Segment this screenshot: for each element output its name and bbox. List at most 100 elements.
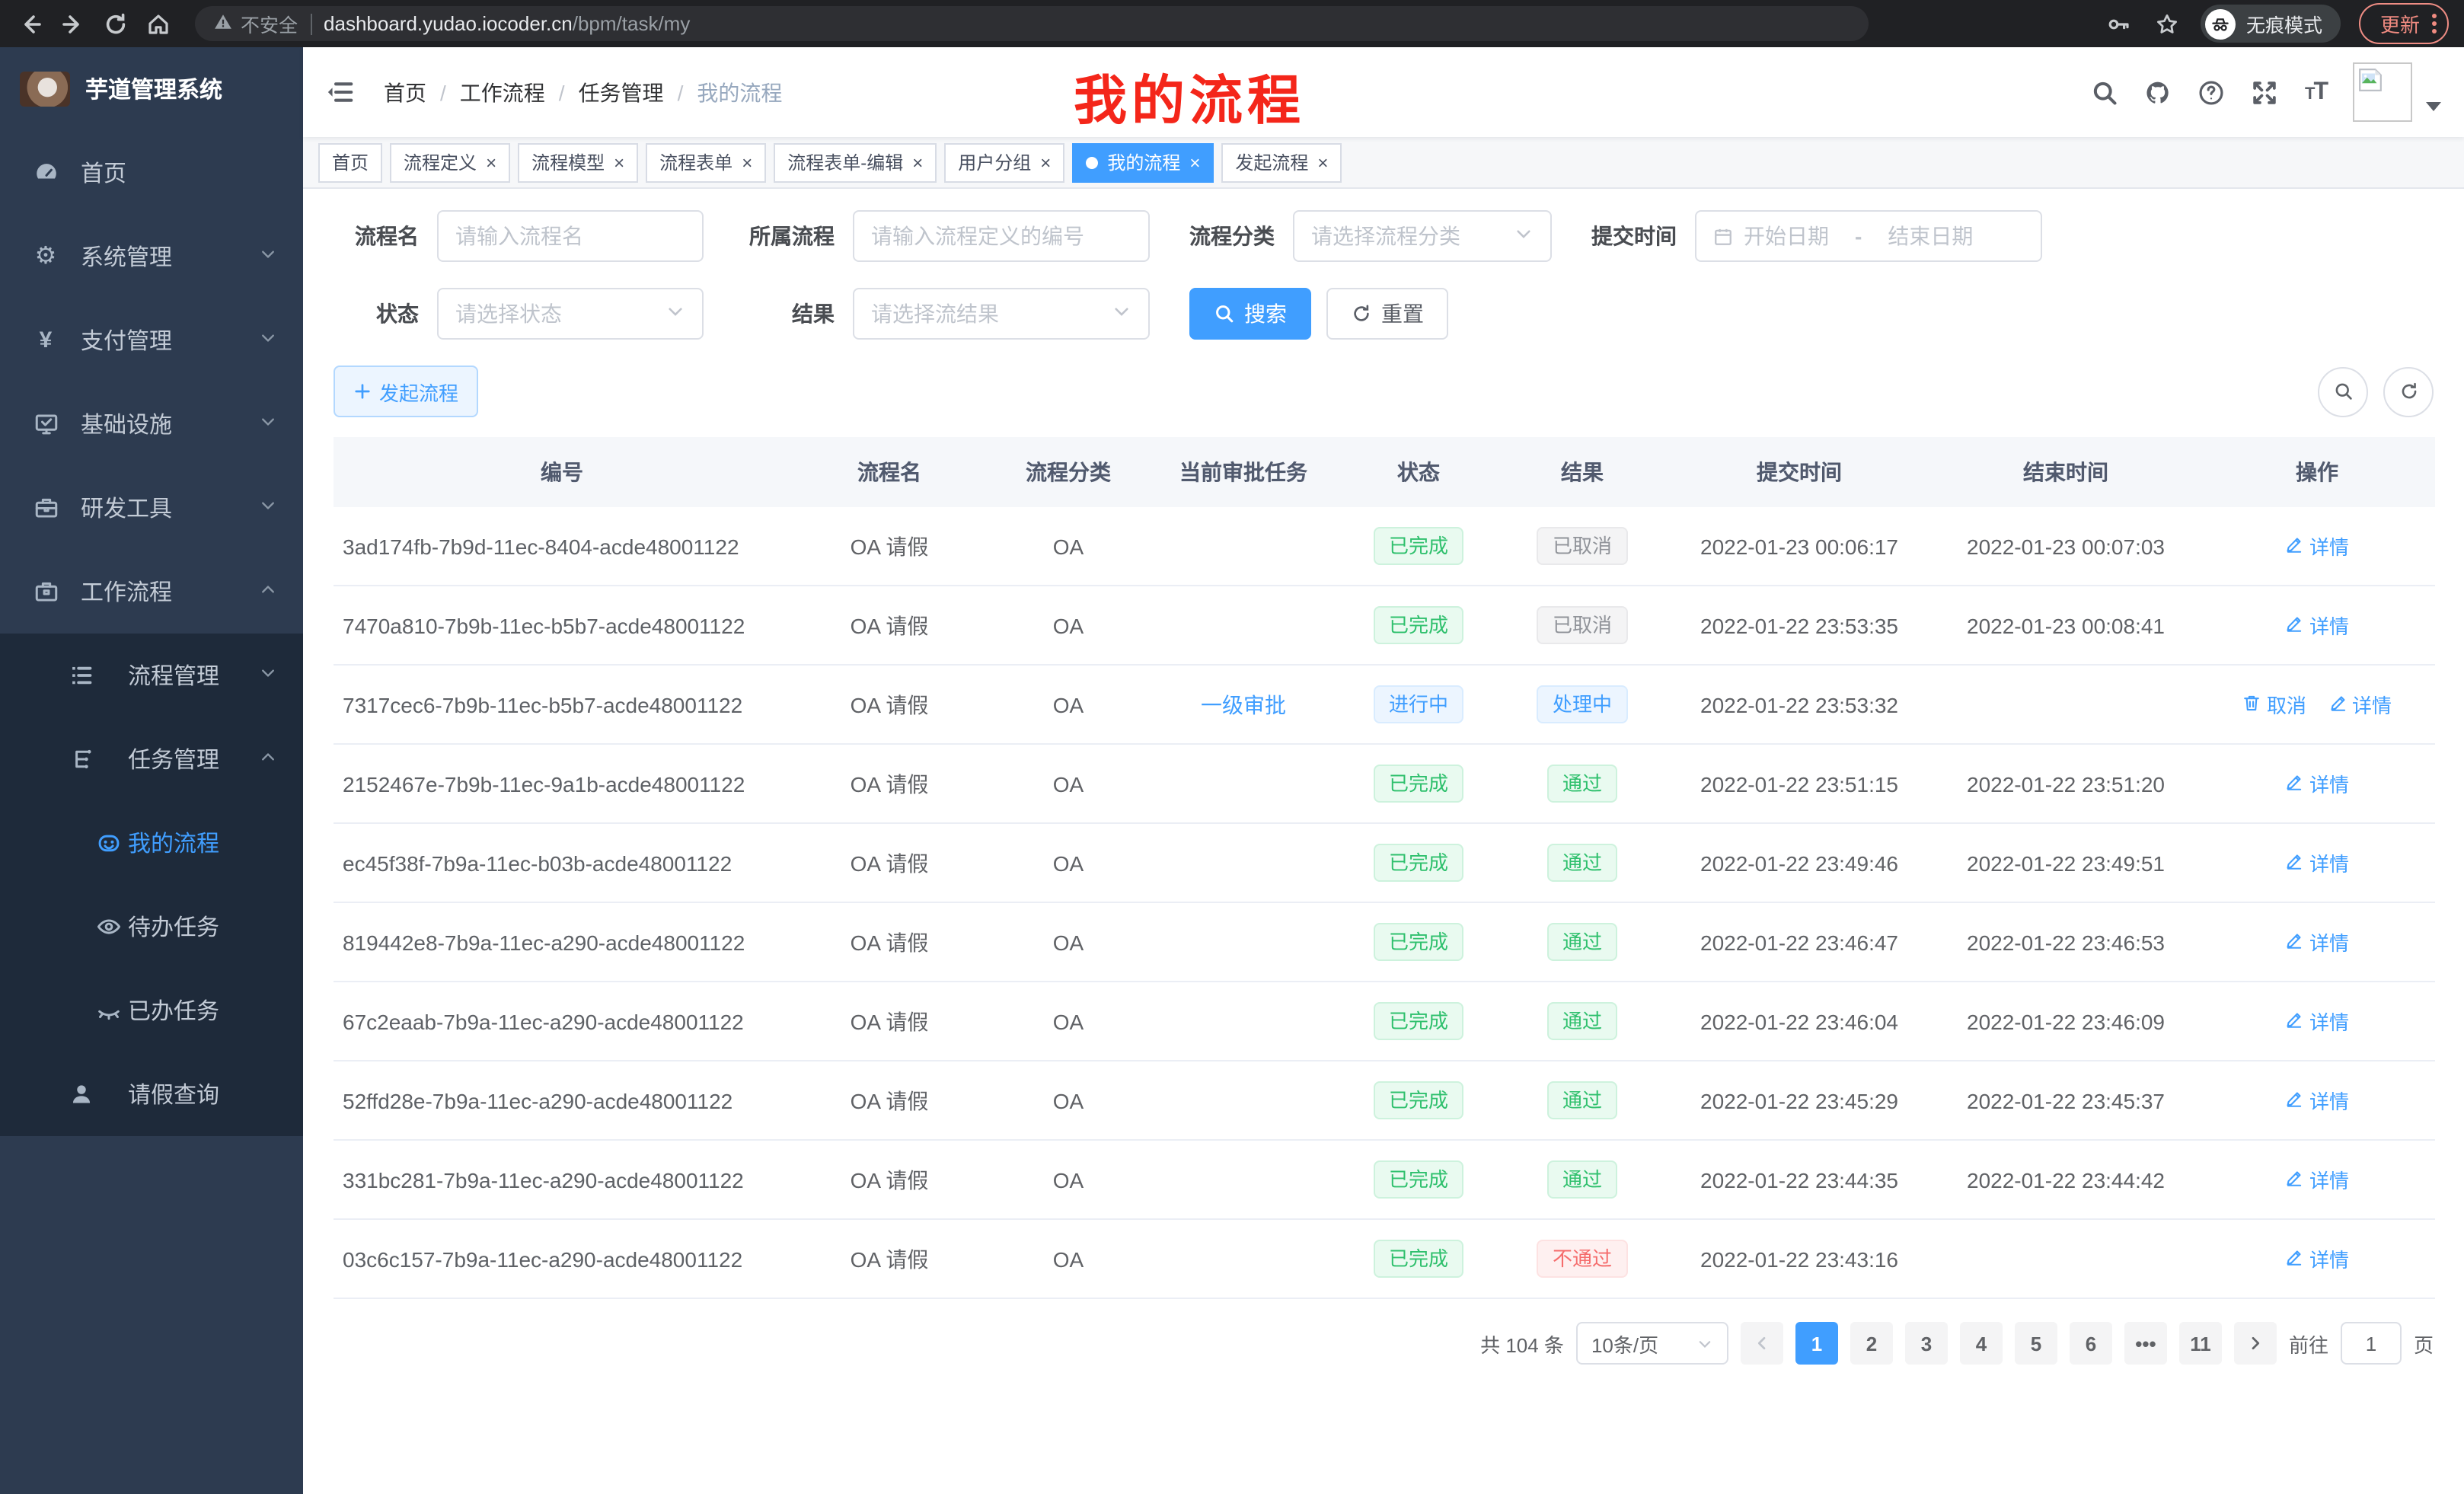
breadcrumb-task-mgmt[interactable]: 任务管理 — [579, 77, 664, 107]
search-button[interactable]: 搜索 — [1189, 288, 1311, 340]
detail-link[interactable]: 详情 — [2285, 848, 2349, 877]
next-page-button[interactable] — [2234, 1322, 2277, 1365]
gear-icon: ⚙ — [32, 244, 59, 269]
warning-icon — [213, 11, 233, 36]
sidebar-item-label: 首页 — [81, 157, 126, 189]
sidebar-item-todo-tasks[interactable]: 待办任务 — [0, 885, 303, 969]
total-count: 共 104 条 — [1480, 1329, 1564, 1358]
detail-link[interactable]: 详情 — [2285, 1165, 2349, 1194]
reset-button[interactable]: 重置 — [1326, 288, 1448, 340]
sidebar-item-home[interactable]: 首页 — [0, 131, 303, 215]
app-logo-row[interactable]: 芋道管理系统 — [0, 47, 303, 131]
process-def-input[interactable]: 请输入流程定义的编号 — [853, 210, 1150, 262]
table-refresh-icon[interactable] — [2383, 366, 2434, 417]
navbar-actions: TT — [2092, 62, 2441, 122]
detail-link[interactable]: 详情 — [2285, 1244, 2349, 1273]
prev-page-button[interactable] — [1741, 1322, 1783, 1365]
tab-首页[interactable]: 首页 — [318, 142, 382, 182]
more-pages-icon[interactable]: ••• — [2124, 1322, 2167, 1365]
detail-link[interactable]: 详情 — [2285, 532, 2349, 560]
goto-page-input[interactable]: 1 — [2341, 1322, 2402, 1365]
tab-发起流程[interactable]: 发起流程× — [1221, 142, 1342, 182]
status-badge: 已完成 — [1374, 527, 1463, 565]
sidebar-item-workflow[interactable]: 工作流程 — [0, 550, 303, 634]
key-icon[interactable] — [2103, 8, 2134, 39]
close-icon[interactable]: × — [912, 153, 923, 171]
date-range-picker[interactable]: 开始日期 - 结束日期 — [1695, 210, 2042, 262]
breadcrumb-workflow[interactable]: 工作流程 — [460, 77, 545, 107]
reload-icon[interactable] — [101, 8, 131, 39]
bookmark-star-icon[interactable] — [2152, 8, 2182, 39]
detail-link[interactable]: 详情 — [2285, 1007, 2349, 1036]
sidebar-item-process-mgmt[interactable]: 流程管理 — [0, 634, 303, 717]
caret-down-icon[interactable] — [2426, 101, 2441, 110]
result-select[interactable]: 请选择流结果 — [853, 288, 1150, 340]
browser-menu-icon[interactable] — [2432, 14, 2437, 34]
close-icon[interactable]: × — [614, 153, 624, 171]
cell-category: OA — [988, 982, 1148, 1061]
sidebar: 芋道管理系统 首页 ⚙系统管理¥支付管理基础设施研发工具工作流程流程管理任务管理我… — [0, 47, 303, 1494]
page-button-4[interactable]: 4 — [1960, 1322, 2003, 1365]
font-size-icon[interactable]: TT — [2305, 78, 2327, 106]
detail-link[interactable]: 详情 — [2328, 690, 2392, 719]
search-icon[interactable] — [2092, 78, 2119, 106]
cell-status: 进行中 — [1339, 665, 1499, 744]
page-button-6[interactable]: 6 — [2070, 1322, 2112, 1365]
sidebar-item-infrastructure[interactable]: 基础设施 — [0, 382, 303, 466]
page-button-1[interactable]: 1 — [1795, 1322, 1838, 1365]
chevron-down-icon — [259, 244, 277, 270]
sidebar-item-my-process[interactable]: 我的流程 — [0, 801, 303, 885]
result-badge: 已取消 — [1537, 527, 1627, 565]
sidebar-item-label: 任务管理 — [128, 743, 219, 775]
sidebar-item-system[interactable]: ⚙系统管理 — [0, 215, 303, 298]
chevron-down-icon — [259, 411, 277, 437]
sidebar-item-task-mgmt[interactable]: 任务管理 — [0, 717, 303, 801]
close-icon[interactable]: × — [1189, 153, 1200, 171]
process-name-input[interactable]: 请输入流程名 — [437, 210, 704, 262]
forward-icon[interactable] — [58, 8, 88, 39]
breadcrumb-separator: / — [559, 80, 565, 104]
github-icon[interactable] — [2145, 78, 2172, 106]
detail-link[interactable]: 详情 — [2285, 927, 2349, 956]
page-button-3[interactable]: 3 — [1905, 1322, 1948, 1365]
security-warning[interactable]: 不安全 — [213, 9, 298, 38]
tab-用户分组[interactable]: 用户分组× — [944, 142, 1064, 182]
sidebar-toggle-icon[interactable] — [326, 75, 359, 109]
sidebar-item-done-tasks[interactable]: 已办任务 — [0, 969, 303, 1052]
page-button-11[interactable]: 11 — [2179, 1322, 2222, 1365]
breadcrumb-home[interactable]: 首页 — [384, 77, 426, 107]
close-icon[interactable]: × — [486, 153, 496, 171]
help-icon[interactable] — [2198, 78, 2226, 106]
sidebar-item-payment[interactable]: ¥支付管理 — [0, 298, 303, 382]
url-bar[interactable]: 不安全 dashboard.yudao.iocoder.cn/bpm/task/… — [195, 6, 1869, 41]
cancel-link[interactable]: 取消 — [2242, 690, 2306, 719]
avatar[interactable] — [2353, 62, 2412, 122]
status-select[interactable]: 请选择状态 — [437, 288, 704, 340]
close-icon[interactable]: × — [1317, 153, 1328, 171]
close-icon[interactable]: × — [1040, 153, 1051, 171]
tab-流程表单-编辑[interactable]: 流程表单-编辑× — [774, 142, 937, 182]
detail-link[interactable]: 详情 — [2285, 769, 2349, 798]
page-size-select[interactable]: 10条/页 — [1576, 1322, 1728, 1365]
filter-label: 状态 — [334, 298, 419, 329]
back-icon[interactable] — [15, 8, 46, 39]
tab-流程表单[interactable]: 流程表单× — [646, 142, 766, 182]
start-process-button[interactable]: 发起流程 — [334, 366, 478, 417]
home-icon[interactable] — [143, 8, 174, 39]
tab-流程模型[interactable]: 流程模型× — [518, 142, 638, 182]
fullscreen-icon[interactable] — [2252, 78, 2279, 106]
tab-我的流程[interactable]: 我的流程× — [1072, 142, 1214, 182]
sidebar-item-label: 流程管理 — [128, 659, 219, 691]
detail-link[interactable]: 详情 — [2285, 611, 2349, 640]
table-search-icon[interactable] — [2318, 366, 2368, 417]
page-button-5[interactable]: 5 — [2015, 1322, 2057, 1365]
process-category-select[interactable]: 请选择流程分类 — [1293, 210, 1552, 262]
page-button-2[interactable]: 2 — [1850, 1322, 1893, 1365]
close-icon[interactable]: × — [742, 153, 752, 171]
task-link[interactable]: 一级审批 — [1201, 692, 1286, 717]
detail-link[interactable]: 详情 — [2285, 1086, 2349, 1115]
sidebar-item-leave-query[interactable]: 请假查询 — [0, 1052, 303, 1136]
sidebar-item-devtools[interactable]: 研发工具 — [0, 466, 303, 550]
tab-流程定义[interactable]: 流程定义× — [390, 142, 510, 182]
update-button[interactable]: 更新 — [2359, 3, 2449, 44]
